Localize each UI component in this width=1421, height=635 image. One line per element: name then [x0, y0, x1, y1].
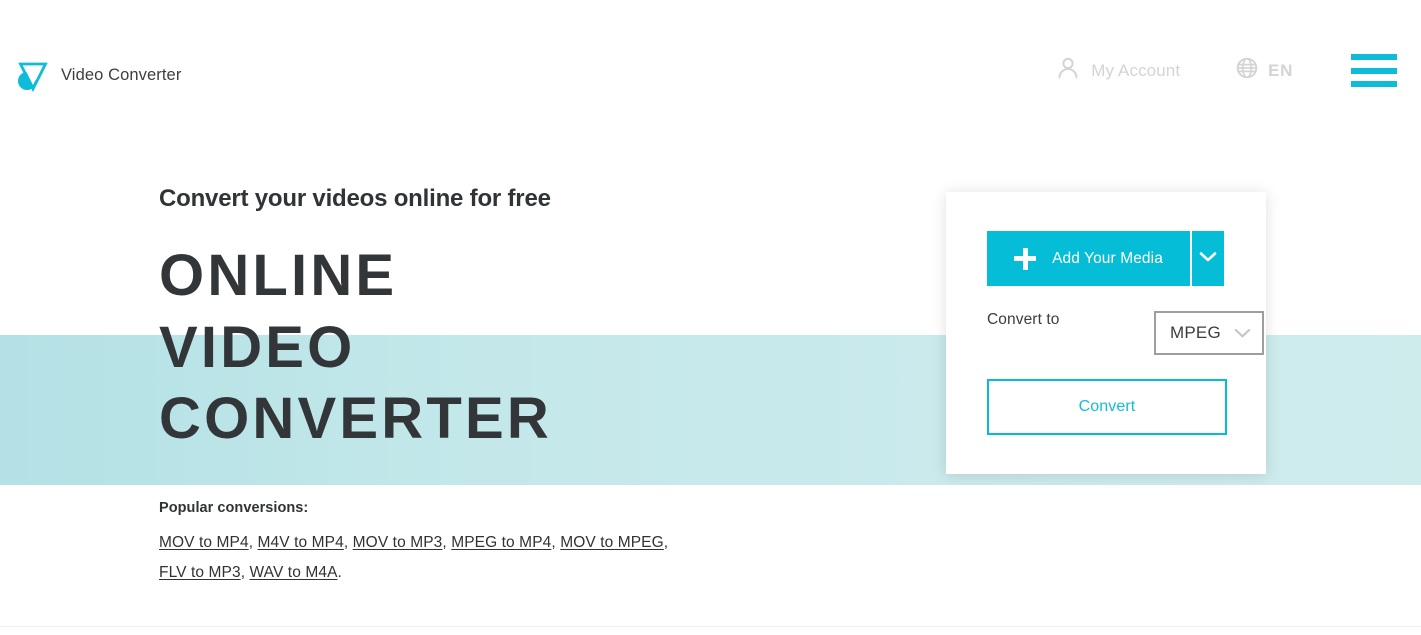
- converter-card: Add Your Media Convert to MPEG Convert: [946, 192, 1266, 474]
- popular-conversion-link[interactable]: FLV to MP3: [159, 564, 241, 581]
- person-icon: [1054, 54, 1082, 87]
- hamburger-menu-icon[interactable]: [1351, 54, 1397, 87]
- section-divider: [0, 626, 1421, 627]
- popular-conversion-link[interactable]: MPEG to MP4: [451, 534, 551, 551]
- hero-title-line-3: CONVERTER: [159, 386, 552, 452]
- popular-conversions-title: Popular conversions:: [159, 500, 309, 516]
- language-label: EN: [1268, 60, 1293, 80]
- convert-button[interactable]: Convert: [987, 379, 1227, 435]
- page-title: ONLINE VIDEO CONVERTER: [159, 212, 552, 454]
- convert-to-label: Convert to: [987, 311, 1060, 328]
- popular-conversions-links: MOV to MP4, M4V to MP4, MOV to MP3, MPEG…: [159, 528, 679, 588]
- header-actions: My Account EN: [1054, 54, 1421, 87]
- globe-icon: [1235, 56, 1259, 85]
- link-separator: ,: [663, 534, 669, 551]
- add-media-row: Add Your Media: [987, 231, 1224, 286]
- popular-conversion-link[interactable]: MOV to MPEG: [560, 534, 664, 551]
- hamburger-bar: [1351, 67, 1397, 74]
- popular-conversion-link[interactable]: MOV to MP3: [353, 534, 443, 551]
- link-separator: .: [337, 564, 342, 581]
- my-account-button[interactable]: My Account: [1054, 54, 1180, 87]
- hamburger-bar: [1351, 81, 1397, 87]
- add-your-media-label: Add Your Media: [1052, 249, 1163, 267]
- link-separator: ,: [343, 534, 353, 551]
- link-separator: ,: [551, 534, 561, 551]
- add-your-media-button[interactable]: Add Your Media: [987, 231, 1190, 286]
- output-format-value: MPEG: [1170, 323, 1221, 342]
- chevron-down-icon: [1234, 328, 1251, 339]
- popular-conversion-link[interactable]: MOV to MP4: [159, 534, 249, 551]
- convert-to-row: Convert to MPEG: [987, 311, 1264, 355]
- hamburger-bar: [1351, 54, 1397, 60]
- popular-conversion-link[interactable]: M4V to MP4: [258, 534, 344, 551]
- hero-subheading: Convert your videos online for free: [159, 185, 551, 212]
- site-header: Video Converter My Account EN: [0, 0, 1421, 150]
- brand-name: Video Converter: [61, 65, 182, 84]
- link-separator: ,: [248, 534, 258, 551]
- link-separator: ,: [240, 564, 250, 581]
- hero-title-line-1: ONLINE: [159, 243, 398, 309]
- add-media-dropdown-button[interactable]: [1192, 231, 1224, 286]
- hero-title-line-2: VIDEO: [159, 314, 356, 380]
- language-switcher[interactable]: EN: [1235, 56, 1293, 85]
- output-format-select[interactable]: MPEG: [1154, 311, 1264, 355]
- my-account-label: My Account: [1091, 60, 1181, 80]
- hero-section: Convert your videos online for free ONLI…: [159, 185, 552, 454]
- brand-logo-link[interactable]: Video Converter: [18, 58, 181, 92]
- chevron-down-icon: [1199, 250, 1217, 268]
- video-converter-logo-icon: [18, 58, 48, 92]
- link-separator: ,: [442, 534, 452, 551]
- plus-icon: [1014, 247, 1037, 270]
- popular-conversion-link[interactable]: WAV to M4A: [250, 564, 338, 581]
- popular-conversions: Popular conversions: MOV to MP4, M4V to …: [159, 500, 679, 588]
